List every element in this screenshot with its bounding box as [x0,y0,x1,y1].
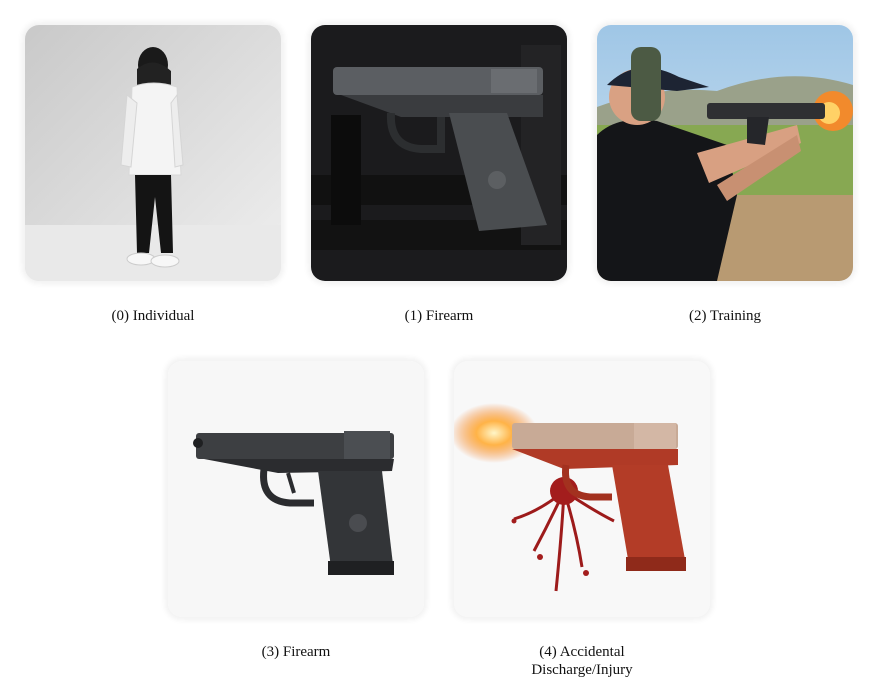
caption-line-1: (4) Accidental [539,644,625,660]
caption-training: (2) Training [688,308,762,324]
caption-firearm-1: (1) Firearm [404,308,474,324]
panel-firearm-vest-image [311,25,567,281]
panel-firearm-image [168,361,424,617]
panel-individual-image [25,25,281,281]
panel-discharge-injury-image [454,361,710,617]
caption-line-2: Discharge/Injury [531,662,633,678]
panel-training-image [597,25,853,281]
caption-individual: (0) Individual [111,308,195,324]
caption-firearm-3: (3) Firearm [261,644,331,660]
caption-discharge-injury: (4) Accidental Discharge/Injury [454,643,710,679]
